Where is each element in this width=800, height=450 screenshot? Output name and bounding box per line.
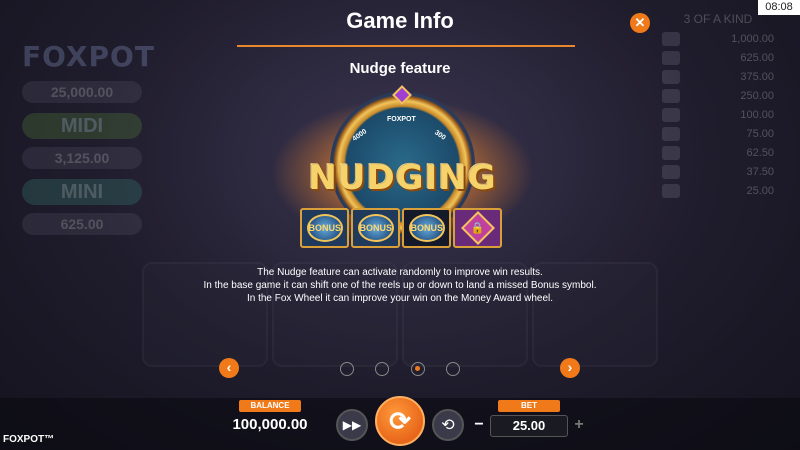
lock-icon: 🔒 <box>460 211 495 245</box>
symbol-row: BONUS BONUS BONUS 🔒 <box>300 208 502 248</box>
chevron-right-icon: › <box>567 359 573 375</box>
paytable-row: 62.50 <box>658 144 778 163</box>
jackpot-grand-value: 25,000.00 <box>22 81 142 103</box>
quickspin-button[interactable]: ⟲ <box>432 409 464 441</box>
close-button[interactable]: ✕ <box>630 13 650 33</box>
jackpot-mini-title: MINI <box>22 179 142 205</box>
spin-icon: ⟳ <box>389 405 411 436</box>
bonus-icon: BONUS <box>408 214 445 242</box>
paytable-row: 37.50 <box>658 163 778 182</box>
wheel-label-right: 300 <box>433 129 447 142</box>
brand-label: FOXPOT™ <box>3 434 55 445</box>
bonus-symbol-nudged: BONUS <box>402 208 451 248</box>
page-dot-2[interactable] <box>375 362 389 376</box>
bet-label: BET <box>498 400 560 412</box>
previous-page-button[interactable]: ‹ <box>219 358 239 378</box>
nudging-banner: NUDGING <box>308 158 497 198</box>
description-line: In the base game it can shift one of the… <box>203 280 597 291</box>
description-line: The Nudge feature can activate randomly … <box>257 267 543 278</box>
feature-title: Nudge feature <box>349 60 451 77</box>
fast-forward-icon: ▶▶ <box>342 418 362 432</box>
bonus-icon: BONUS <box>306 214 343 242</box>
paytable-row: 25.00 <box>658 182 778 201</box>
balance-label: BALANCE <box>239 400 301 412</box>
next-page-button[interactable]: › <box>560 358 580 378</box>
nudge-feature-illustration: FOXPOT 4000 300 NUDGING BONUS BONUS BONU… <box>270 85 535 253</box>
bonus-symbol: BONUS <box>300 208 349 248</box>
bet-stepper: − 25.00 + <box>470 415 591 437</box>
page-dot-1[interactable] <box>340 362 354 376</box>
balance-value: 100,000.00 <box>232 416 308 433</box>
jackpot-mini-value: 625.00 <box>22 213 142 235</box>
close-icon: ✕ <box>634 15 646 30</box>
jackpot-midi-value: 3,125.00 <box>22 147 142 169</box>
paytable-row: 250.00 <box>658 87 778 106</box>
bet-increase-button[interactable]: + <box>570 415 588 437</box>
spin-button[interactable]: ⟳ <box>375 396 425 446</box>
page-title: Game Info <box>346 8 454 33</box>
wheel-label-left: 4000 <box>351 128 369 143</box>
bonus-symbol: BONUS <box>351 208 400 248</box>
bet-value: 25.00 <box>490 415 568 437</box>
wheel-label-top: FOXPOT <box>387 116 416 123</box>
title-divider <box>237 45 575 47</box>
autoplay-button[interactable]: ▶▶ <box>336 409 368 441</box>
paytable-row: 75.00 <box>658 125 778 144</box>
status-clock: 08:08 <box>758 0 800 15</box>
locked-symbol: 🔒 <box>453 208 502 248</box>
bonus-icon: BONUS <box>357 214 394 242</box>
bet-decrease-button[interactable]: − <box>470 415 488 437</box>
page-dot-3[interactable] <box>411 362 425 376</box>
jackpot-midi-title: MIDI <box>22 113 142 139</box>
feature-description: The Nudge feature can activate randomly … <box>0 266 800 305</box>
chevron-left-icon: ‹ <box>226 359 232 375</box>
page-dot-4[interactable] <box>446 362 460 376</box>
refresh-icon: ⟲ <box>441 417 455 434</box>
description-line: In the Fox Wheel it can improve your win… <box>246 293 554 304</box>
paytable-panel: 3 OF A KIND 1,000.00 625.00 375.00 250.0… <box>658 12 778 201</box>
paytable-row: 100.00 <box>658 106 778 125</box>
